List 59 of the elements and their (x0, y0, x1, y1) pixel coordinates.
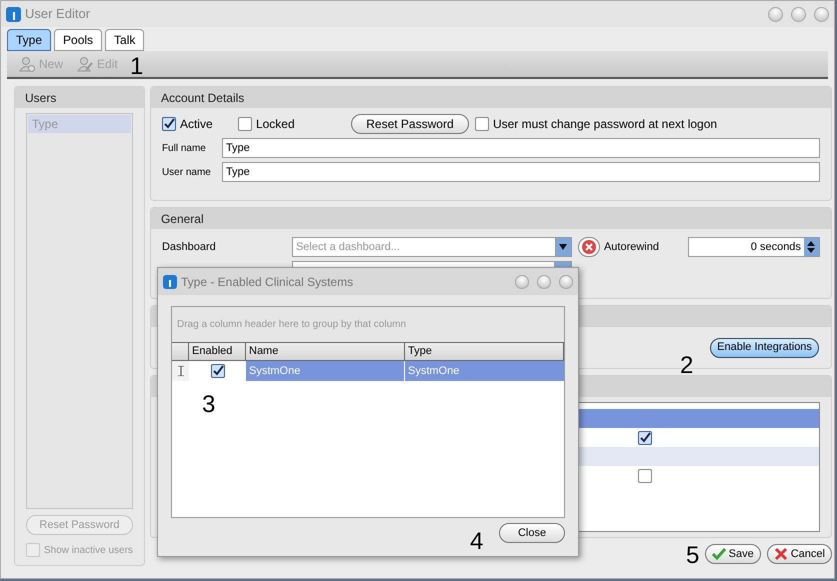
column-header[interactable]: Enabled (189, 343, 246, 360)
checkbox[interactable] (474, 117, 489, 131)
dashboard-dropdown[interactable]: Select a dashboard... (292, 237, 555, 257)
window-control-button[interactable] (559, 274, 573, 288)
tab[interactable]: Pools (54, 29, 102, 51)
text-field[interactable]: Type (222, 162, 820, 182)
clear-button[interactable] (578, 237, 600, 257)
panel-title: General (160, 210, 204, 228)
checkbox[interactable] (238, 117, 252, 131)
group-hint: Drag a column header here to group by that column (177, 318, 406, 332)
app-icon (163, 274, 177, 288)
checkbox-label: Locked (256, 116, 296, 133)
field-label: Autorewind (604, 240, 660, 255)
field-label: Full name (162, 142, 207, 156)
text-field[interactable]: Type (222, 138, 820, 158)
panel-title: Users (25, 90, 56, 106)
checkbox-label: User must change password at next logon (492, 116, 718, 133)
save-button[interactable]: Save (704, 544, 761, 564)
spinner-arrows-icon (804, 238, 819, 256)
window-control-button[interactable] (768, 6, 783, 22)
row-indicator-icon (172, 361, 189, 381)
close-icon (774, 547, 788, 561)
field-label: User name (162, 166, 212, 180)
column-header[interactable]: Type (405, 343, 564, 360)
app-icon (6, 6, 21, 22)
callout-number: 4 (470, 530, 484, 554)
table-cell: SystmOne (405, 361, 564, 381)
window-control-button[interactable] (814, 6, 829, 22)
table-cell: SystmOne (246, 361, 405, 381)
callout-number: 1 (130, 55, 144, 79)
close-icon (582, 240, 596, 254)
panel-title: Account Details (160, 90, 244, 106)
checkbox[interactable] (210, 364, 224, 378)
checkbox-label: Active (180, 116, 214, 133)
reset-password-button[interactable]: Reset Password (350, 114, 469, 134)
callout-number: 5 (686, 544, 700, 568)
checkbox-label: Show inactive users (44, 544, 133, 558)
checkbox[interactable] (162, 117, 176, 131)
close-button[interactable]: Close (499, 523, 565, 543)
window-control-button[interactable] (537, 274, 551, 288)
callout-number: 3 (202, 393, 216, 417)
window-title: User Editor (25, 5, 90, 24)
tab[interactable]: Talk (105, 29, 144, 51)
tab[interactable]: Type (7, 29, 52, 51)
callout-number: 2 (680, 354, 694, 378)
checkbox[interactable] (638, 468, 652, 482)
cancel-button[interactable]: Cancel (766, 544, 832, 564)
column-header[interactable]: Name (246, 343, 405, 360)
spinner-value: 0 seconds (750, 240, 802, 255)
dialog-title: Type - Enabled Clinical Systems (181, 274, 354, 290)
checkmark-icon (712, 548, 726, 560)
window-control-button[interactable] (515, 274, 529, 288)
autorewind-spinner[interactable]: 0 seconds (688, 237, 820, 257)
enable-integrations-button[interactable]: Enable Integrations (710, 338, 819, 358)
add-user-icon (19, 56, 35, 72)
field-label: Dashboard (162, 240, 217, 255)
window-control-button[interactable] (791, 6, 806, 22)
edit-user-icon (77, 56, 94, 72)
checkbox[interactable] (638, 430, 652, 444)
